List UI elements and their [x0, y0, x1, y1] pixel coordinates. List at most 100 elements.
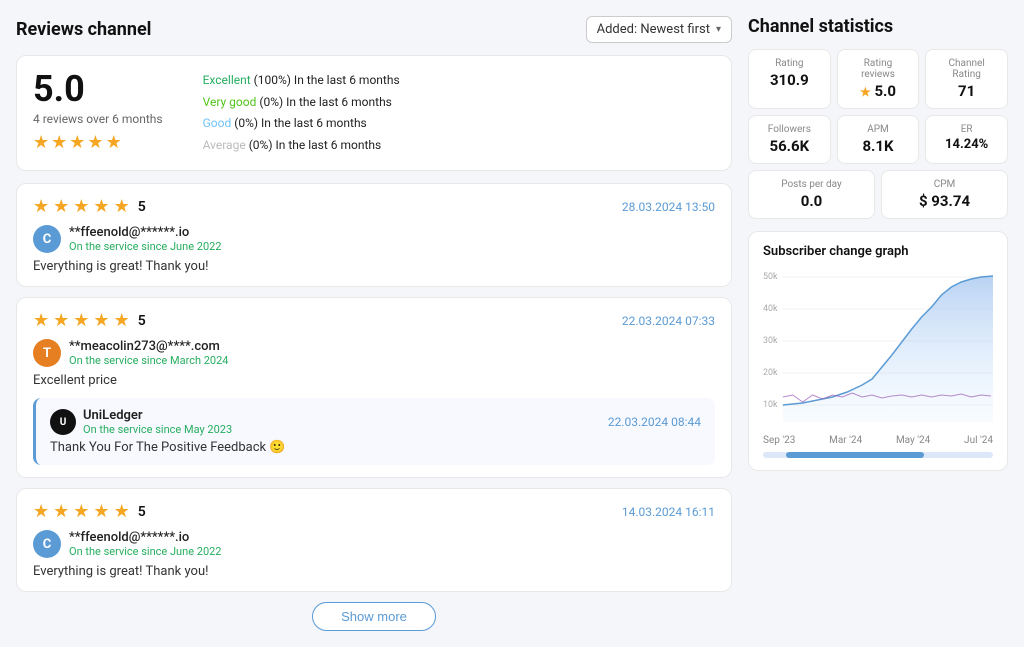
reviews-count: 4 reviews over 6 months — [33, 112, 163, 126]
rating-star-icon: ★ — [860, 85, 871, 99]
reply-text-2: Thank You For The Positive Feedback 🙂 — [50, 440, 701, 455]
show-more-wrap: Show more — [16, 602, 732, 631]
good-label: Good — [203, 116, 232, 130]
r1-star3: ★ — [73, 196, 89, 217]
stat-ppd-value: 0.0 — [759, 192, 864, 210]
review-stars-3: ★ ★ ★ ★ ★ 5 — [33, 501, 146, 522]
r3-star3: ★ — [73, 501, 89, 522]
chevron-down-icon: ▾ — [716, 24, 721, 35]
star-1: ★ — [33, 132, 49, 153]
subscriber-graph: 50k 40k 30k 20k 10k — [763, 267, 993, 427]
svg-text:50k: 50k — [763, 272, 778, 282]
brand-since-2: On the service since May 2023 — [83, 423, 232, 436]
r3-meta: **ffeenold@******.io On the service sinc… — [69, 530, 222, 558]
brand-avatar-2: U — [50, 409, 76, 435]
stat-rating-label: Rating — [759, 58, 820, 69]
r1-star2: ★ — [53, 196, 69, 217]
svg-text:40k: 40k — [763, 304, 778, 314]
stat-rating-reviews-value: ★ 5.0 — [848, 82, 909, 100]
summary-stars: ★ ★ ★ ★ ★ — [33, 132, 122, 153]
reviews-header: Reviews channel Added: Newest first ▾ — [16, 16, 732, 43]
summary-card: 5.0 4 reviews over 6 months ★ ★ ★ ★ ★ Ex… — [16, 55, 732, 171]
stat-er-value: 14.24% — [936, 137, 997, 152]
stat-channel-rating-value: 71 — [936, 82, 997, 100]
r2-text: Excellent price — [33, 373, 715, 388]
stat-very-good: Very good (0%) In the last 6 months — [203, 92, 715, 114]
graph-title: Subscriber change graph — [763, 244, 993, 259]
sort-dropdown[interactable]: Added: Newest first ▾ — [586, 16, 732, 43]
graph-x-labels: Sep '23 Mar '24 May '24 Jul '24 — [763, 435, 993, 446]
x-label-may24: May '24 — [896, 435, 930, 446]
r1-text: Everything is great! Thank you! — [33, 259, 715, 274]
r1-star5: ★ — [114, 196, 130, 217]
review-top-1: ★ ★ ★ ★ ★ 5 28.03.2024 13:50 — [33, 196, 715, 217]
stats-row-1: Rating 310.9 Rating reviews ★ 5.0 Channe… — [748, 49, 1008, 109]
stat-apm-value: 8.1K — [848, 137, 909, 155]
reviewer-info-3: C **ffeenold@******.io On the service si… — [33, 530, 715, 558]
stat-er-label: ER — [936, 124, 997, 135]
r3-score: 5 — [138, 504, 146, 520]
stat-rating-reviews: Rating reviews ★ 5.0 — [837, 49, 920, 109]
sort-label: Added: Newest first — [597, 22, 710, 37]
star-3: ★ — [69, 132, 85, 153]
svg-text:10k: 10k — [763, 400, 778, 410]
stat-good: Good (0%) In the last 6 months — [203, 113, 715, 135]
r3-star1: ★ — [33, 501, 49, 522]
summary-right: Excellent (100%) In the last 6 months Ve… — [203, 70, 715, 156]
stat-channel-rating-label: Channel Rating — [936, 58, 997, 80]
reviewer-info-1: C **ffeenold@******.io On the service si… — [33, 225, 715, 253]
review-stars-1: ★ ★ ★ ★ ★ 5 — [33, 196, 146, 217]
reply-card-2: U UniLedger On the service since May 202… — [33, 398, 715, 465]
reply-header-2: U UniLedger On the service since May 202… — [50, 408, 701, 436]
r1-avatar: C — [33, 225, 61, 253]
r2-meta: **meacolin273@****.com On the service si… — [69, 339, 228, 367]
review-top-2: ★ ★ ★ ★ ★ 5 22.03.2024 07:33 — [33, 310, 715, 331]
r3-text: Everything is great! Thank you! — [33, 564, 715, 579]
r1-star4: ★ — [93, 196, 109, 217]
review-stars-2: ★ ★ ★ ★ ★ 5 — [33, 310, 146, 331]
stat-apm-label: APM — [848, 124, 909, 135]
review-card-1: ★ ★ ★ ★ ★ 5 28.03.2024 13:50 C **ffeenol… — [16, 183, 732, 287]
star-2: ★ — [51, 132, 67, 153]
r3-star4: ★ — [93, 501, 109, 522]
stat-cpm: CPM $ 93.74 — [881, 170, 1008, 219]
r2-star3: ★ — [73, 310, 89, 331]
r3-star5: ★ — [114, 501, 130, 522]
svg-text:20k: 20k — [763, 368, 778, 378]
show-more-button[interactable]: Show more — [312, 602, 436, 631]
review-card-2: ★ ★ ★ ★ ★ 5 22.03.2024 07:33 T **meacoli… — [16, 297, 732, 478]
r2-username: **meacolin273@****.com — [69, 339, 228, 354]
svg-text:30k: 30k — [763, 336, 778, 346]
stat-apm: APM 8.1K — [837, 115, 920, 164]
r1-date: 28.03.2024 13:50 — [622, 200, 715, 214]
stat-average: Average (0%) In the last 6 months — [203, 135, 715, 157]
summary-left: 5.0 4 reviews over 6 months ★ ★ ★ ★ ★ — [33, 70, 163, 153]
stat-rating: Rating 310.9 — [748, 49, 831, 109]
reply-brand-2: U UniLedger On the service since May 202… — [50, 408, 232, 436]
stat-followers-value: 56.6K — [759, 137, 820, 155]
r3-since: On the service since June 2022 — [69, 545, 222, 558]
scroll-thumb — [786, 452, 924, 458]
reply-date-2: 22.03.2024 08:44 — [608, 415, 701, 429]
stat-channel-rating: Channel Rating 71 — [925, 49, 1008, 109]
stat-er: ER 14.24% — [925, 115, 1008, 164]
very-good-pct: (0%) In the last 6 months — [259, 95, 392, 109]
stat-cpm-label: CPM — [892, 179, 997, 190]
scroll-track — [763, 452, 993, 458]
graph-card: Subscriber change graph 50k 40k 30k 20k … — [748, 231, 1008, 471]
r1-since: On the service since June 2022 — [69, 240, 222, 253]
r2-avatar: T — [33, 339, 61, 367]
stat-followers-label: Followers — [759, 124, 820, 135]
r1-score: 5 — [138, 199, 146, 215]
x-label-mar24: Mar '24 — [829, 435, 862, 446]
r2-date: 22.03.2024 07:33 — [622, 314, 715, 328]
star-4: ★ — [87, 132, 103, 153]
review-top-3: ★ ★ ★ ★ ★ 5 14.03.2024 16:11 — [33, 501, 715, 522]
good-pct: (0%) In the last 6 months — [234, 116, 367, 130]
reviews-title: Reviews channel — [16, 19, 151, 40]
brand-name-2: UniLedger — [83, 408, 232, 423]
stat-rating-value: 310.9 — [759, 71, 820, 89]
channel-stats-title: Channel statistics — [748, 16, 1008, 37]
graph-scrollbar[interactable] — [763, 452, 993, 458]
r2-star1: ★ — [33, 310, 49, 331]
